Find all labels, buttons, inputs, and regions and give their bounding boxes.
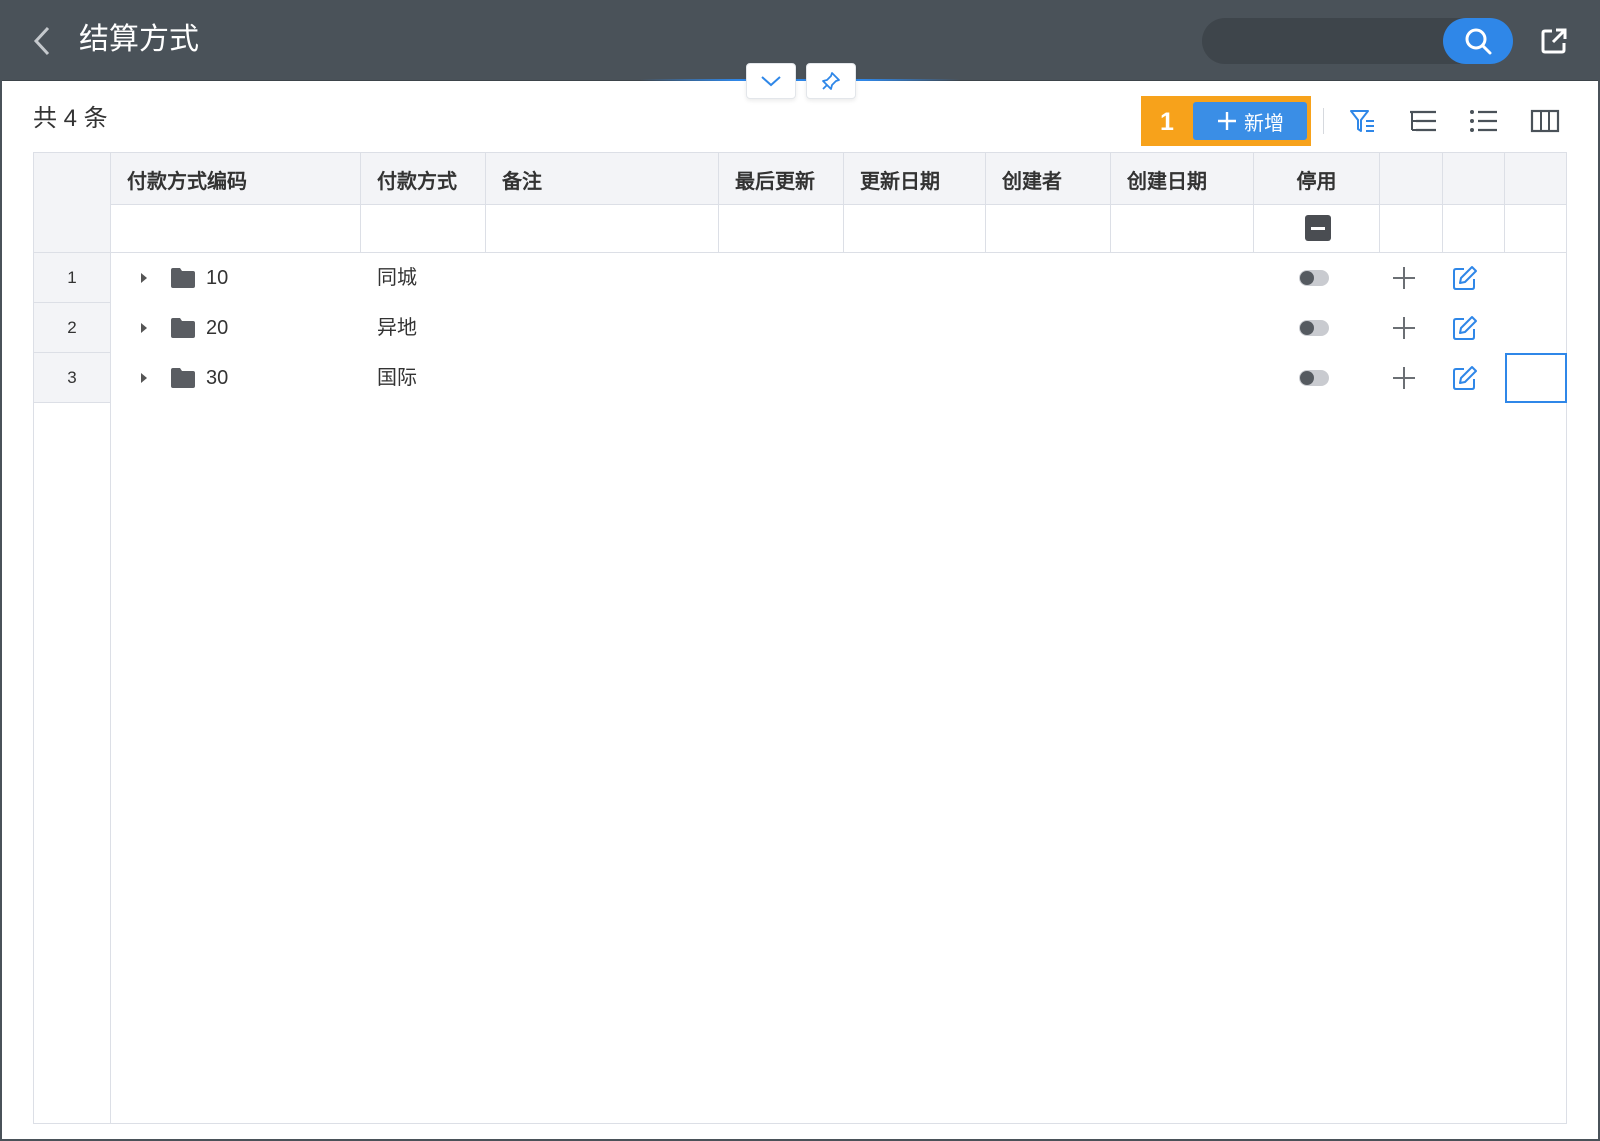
caret-right-icon bbox=[141, 373, 147, 383]
row-index: 2 bbox=[34, 303, 111, 353]
payment-code: 10 bbox=[206, 267, 229, 289]
add-child-button[interactable] bbox=[1389, 363, 1419, 393]
pin-header-button[interactable] bbox=[806, 63, 856, 99]
list-view-button[interactable] bbox=[1467, 104, 1501, 138]
payment-code: 30 bbox=[206, 367, 229, 389]
expand-row-button[interactable] bbox=[134, 268, 154, 288]
disabled-toggle[interactable] bbox=[1299, 370, 1329, 386]
payment-code: 20 bbox=[206, 317, 229, 339]
plus-icon bbox=[1393, 317, 1415, 339]
column-header-create-date[interactable]: 创建日期 bbox=[1111, 153, 1254, 205]
filter-cell-create-date[interactable] bbox=[1111, 205, 1254, 253]
edit-icon bbox=[1453, 316, 1477, 340]
chevron-left-icon bbox=[33, 26, 50, 56]
columns-icon bbox=[1530, 109, 1560, 133]
table-filter-row bbox=[34, 205, 1566, 253]
add-child-button[interactable] bbox=[1389, 313, 1419, 343]
filter-cell-method[interactable] bbox=[361, 205, 486, 253]
step-number-badge: 1 bbox=[1160, 108, 1174, 136]
column-header-last-updated[interactable]: 最后更新 bbox=[719, 153, 844, 205]
expand-row-button[interactable] bbox=[134, 368, 154, 388]
disabled-filter-checkbox[interactable] bbox=[1305, 215, 1331, 241]
page-title: 结算方式 bbox=[79, 23, 199, 56]
filter-cell-blank-1 bbox=[1380, 205, 1443, 253]
payment-method: 国际 bbox=[377, 367, 417, 389]
column-header-remark[interactable]: 备注 bbox=[486, 153, 719, 205]
add-button[interactable]: 新增 bbox=[1193, 102, 1307, 140]
column-header-method[interactable]: 付款方式 bbox=[361, 153, 486, 205]
plus-icon bbox=[1393, 267, 1415, 289]
column-settings-button[interactable] bbox=[1528, 104, 1562, 138]
filter-cell-blank-2 bbox=[1443, 205, 1505, 253]
filter-cell-code[interactable] bbox=[111, 205, 361, 253]
add-child-button[interactable] bbox=[1389, 263, 1419, 293]
chevron-down-icon bbox=[761, 76, 781, 87]
row-index: 1 bbox=[34, 253, 111, 303]
app-header: 结算方式 bbox=[0, 0, 1600, 81]
payment-method: 同城 bbox=[377, 267, 417, 289]
edit-icon bbox=[1453, 366, 1477, 390]
payment-method: 异地 bbox=[377, 317, 417, 339]
minus-icon bbox=[1311, 226, 1325, 230]
column-header-update-date[interactable]: 更新日期 bbox=[844, 153, 986, 205]
edit-row-button[interactable] bbox=[1450, 263, 1480, 293]
add-button-label: 新增 bbox=[1244, 112, 1284, 135]
disabled-toggle[interactable] bbox=[1299, 270, 1329, 286]
caret-right-icon bbox=[141, 273, 147, 283]
share-export-icon bbox=[1541, 28, 1567, 54]
caret-right-icon bbox=[141, 323, 147, 333]
folder-icon bbox=[171, 368, 195, 388]
list-icon bbox=[1470, 110, 1497, 132]
table-row[interactable]: 2 20 异地 bbox=[34, 303, 1566, 353]
column-header-disabled[interactable]: 停用 bbox=[1254, 153, 1380, 205]
export-button[interactable] bbox=[1534, 22, 1574, 60]
column-header-edit-action bbox=[1443, 153, 1505, 205]
record-count: 共 4 条 bbox=[33, 105, 108, 132]
search-icon bbox=[1465, 28, 1492, 55]
disabled-toggle[interactable] bbox=[1299, 320, 1329, 336]
row-index: 3 bbox=[34, 353, 111, 403]
column-header-creator[interactable]: 创建者 bbox=[986, 153, 1111, 205]
filter-cell-last-updated[interactable] bbox=[719, 205, 844, 253]
plus-icon bbox=[1218, 112, 1236, 130]
filter-cell-remark[interactable] bbox=[486, 205, 719, 253]
index-header-cell bbox=[34, 153, 111, 253]
search-button[interactable] bbox=[1443, 18, 1513, 64]
filter-button[interactable] bbox=[1345, 104, 1379, 138]
back-button[interactable] bbox=[22, 20, 62, 62]
table-row[interactable]: 1 10 同城 bbox=[34, 253, 1566, 303]
selected-cell[interactable] bbox=[1505, 353, 1567, 403]
collapse-header-button[interactable] bbox=[746, 63, 796, 99]
filter-cell-creator[interactable] bbox=[986, 205, 1111, 253]
expand-row-button[interactable] bbox=[134, 318, 154, 338]
filter-cell-update-date[interactable] bbox=[844, 205, 986, 253]
column-header-code[interactable]: 付款方式编码 bbox=[111, 153, 361, 205]
edit-icon bbox=[1453, 266, 1477, 290]
plus-icon bbox=[1393, 367, 1415, 389]
toolbar-separator bbox=[1323, 108, 1324, 134]
edit-row-button[interactable] bbox=[1450, 313, 1480, 343]
table-row[interactable]: 3 30 国际 bbox=[34, 353, 1567, 403]
column-header-add-action bbox=[1380, 153, 1443, 205]
data-table: 付款方式编码 付款方式 备注 最后更新 更新日期 创建者 创建日期 停用 1 1… bbox=[33, 152, 1567, 1124]
edit-row-button[interactable] bbox=[1450, 363, 1480, 393]
filter-icon bbox=[1350, 110, 1374, 132]
table-header-row: 付款方式编码 付款方式 备注 最后更新 更新日期 创建者 创建日期 停用 bbox=[34, 153, 1566, 205]
tree-list-icon bbox=[1410, 110, 1436, 132]
pin-icon bbox=[822, 72, 840, 90]
folder-icon bbox=[171, 268, 195, 288]
tree-view-button[interactable] bbox=[1406, 104, 1440, 138]
header-accent-line bbox=[640, 79, 960, 81]
folder-icon bbox=[171, 318, 195, 338]
